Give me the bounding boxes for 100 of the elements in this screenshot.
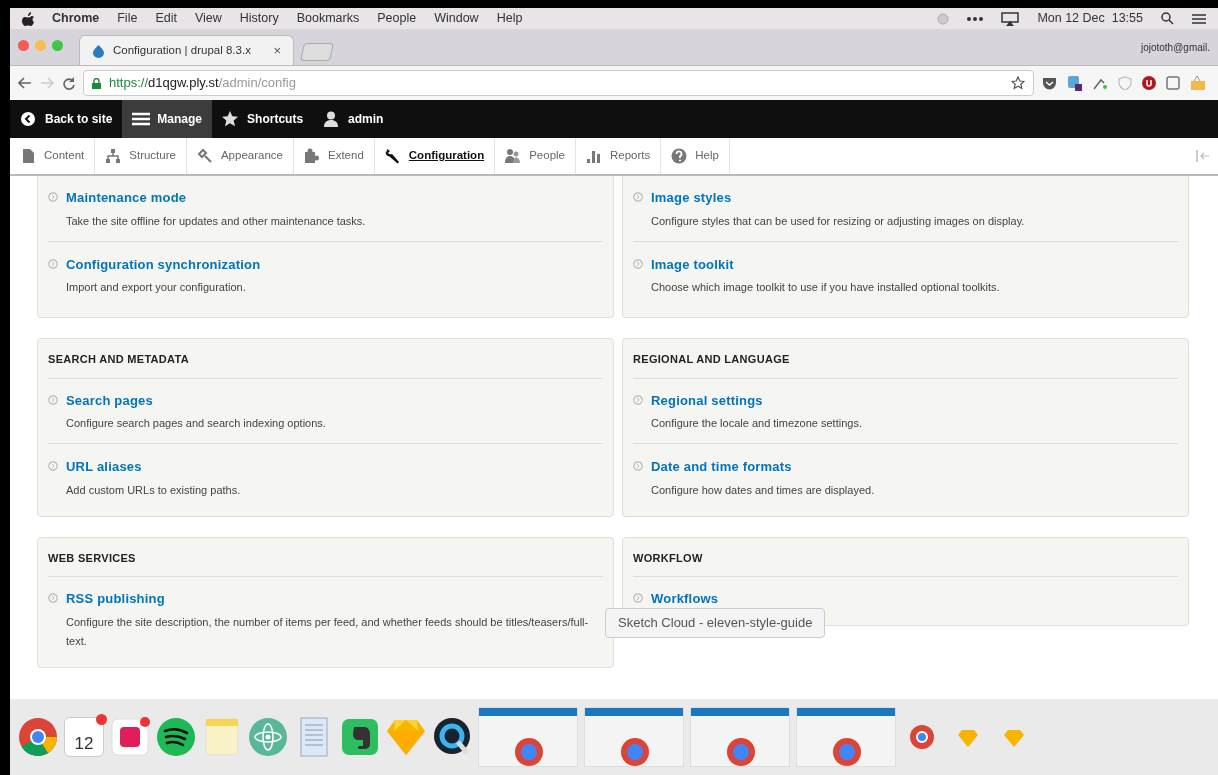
menu-item[interactable]: History <box>239 9 279 28</box>
collapse-icon <box>1196 150 1210 162</box>
toolbar-tab[interactable]: Shortcuts <box>212 100 314 138</box>
forward-arrow-icon <box>40 77 54 89</box>
wrench-icon <box>384 148 401 164</box>
shield-icon <box>1118 76 1132 90</box>
extension-icon <box>1067 75 1083 91</box>
link-description: Take the site offline for updates and other maintenance tasks. <box>66 213 366 229</box>
link-description: Configure the locale and timezone settings. <box>651 416 862 431</box>
people-icon <box>505 148 522 164</box>
calendar-icon[interactable]: 12 <box>64 717 104 757</box>
config-link[interactable]: Workflows <box>651 589 719 609</box>
arrow-circle-icon <box>633 192 643 202</box>
lock-icon <box>92 77 101 89</box>
brush-icon <box>196 148 213 164</box>
window-thumbnail[interactable] <box>796 707 896 767</box>
tab-title: Configuration | drupal 8.3.x <box>113 42 252 58</box>
drop-icon <box>92 43 105 58</box>
star-icon <box>1011 76 1025 90</box>
panel-heading: WORKFLOW <box>633 537 1178 577</box>
link-description: Configure search pages and search indexing options. <box>66 416 326 431</box>
list-icon <box>1192 12 1206 25</box>
arrow-circle-icon <box>633 394 643 405</box>
hierarchy-icon <box>105 148 122 164</box>
toolbar-tab[interactable]: Back to site <box>10 100 123 138</box>
config-link[interactable]: Regional settings <box>651 390 862 410</box>
square-icon <box>1166 76 1180 90</box>
reload-icon <box>62 76 75 90</box>
arrow-circle-icon <box>48 394 58 405</box>
bar-chart-icon <box>586 148 602 164</box>
q-shaped-icon[interactable] <box>432 717 472 757</box>
arrow-circle-icon <box>48 192 58 202</box>
link-description: Choose which image toolkit to use if you have installed optional toolkits. <box>651 280 1000 295</box>
config-link[interactable]: Image styles <box>651 188 1025 208</box>
panel-heading: SEARCH AND METADATA <box>48 339 603 379</box>
window-thumbnail[interactable] <box>584 707 684 767</box>
atom-icon[interactable] <box>248 717 288 757</box>
config-link[interactable]: Maintenance mode <box>66 188 366 208</box>
window-control-icon <box>35 39 46 51</box>
panel-heading: WEB SERVICES <box>48 537 603 577</box>
menu-item[interactable]: People <box>377 9 417 28</box>
tray-tab[interactable]: Configuration <box>374 138 496 174</box>
link-description: Configure how dates and times are displayed. <box>651 482 875 498</box>
config-link[interactable]: Search pages <box>66 390 326 410</box>
link-description: Import and export your configuration. <box>66 280 247 295</box>
app-menu[interactable]: Chrome <box>52 9 100 28</box>
tray-tab[interactable]: Content <box>10 138 96 174</box>
link-description: Configure styles that can be used for resizing or adjusting images on display. <box>651 213 1025 229</box>
menu-item[interactable]: File <box>117 9 138 28</box>
arrow-circle-icon <box>48 461 58 471</box>
menu-item[interactable]: Edit <box>155 9 177 28</box>
config-link[interactable]: URL aliases <box>66 457 241 477</box>
address-field[interactable]: https://d1qgw.ply.st/admin/config <box>83 70 1034 96</box>
window-thumbnail[interactable] <box>690 707 790 767</box>
extension-icon <box>1093 76 1108 90</box>
tray-tab[interactable]: Extend <box>294 138 375 174</box>
document-icon <box>20 148 36 164</box>
window-control-icon <box>52 39 63 51</box>
ublock-icon <box>1142 76 1156 90</box>
help-icon <box>671 148 688 164</box>
status-circle-icon <box>937 12 950 25</box>
app-icon[interactable] <box>110 717 150 757</box>
tray-tab[interactable]: People <box>495 138 576 174</box>
arrow-circle-icon <box>48 258 58 269</box>
puzzle-icon <box>304 148 320 164</box>
chrome-icon[interactable] <box>18 717 58 757</box>
clock: Mon 12 Dec 13:55 <box>1037 10 1143 28</box>
search-icon <box>1161 12 1174 25</box>
config-link[interactable]: RSS publishing <box>66 589 603 609</box>
arrow-circle-icon <box>48 593 58 603</box>
link-description: Configure the site description, the number of items per feed, and whether feeds should be titles/teasers/full-text. <box>66 614 590 649</box>
airplay-icon <box>1001 11 1020 26</box>
pocket-icon <box>1042 76 1057 90</box>
tray-tab[interactable]: Structure <box>95 138 187 174</box>
elephant-icon[interactable] <box>340 717 380 757</box>
close-button[interactable]: × <box>273 40 281 61</box>
arrow-circle-icon <box>633 461 643 471</box>
config-link[interactable]: Image toolkit <box>651 254 1000 274</box>
profile-name[interactable]: jojototh@gmail. <box>1140 39 1210 55</box>
window-thumbnail[interactable] <box>478 707 578 767</box>
menu-item[interactable]: Bookmarks <box>296 9 360 28</box>
config-link[interactable]: Date and time formats <box>651 457 875 477</box>
menu-item[interactable]: Help <box>496 9 523 28</box>
browser-tab[interactable]: Configuration | drupal 8.3.x × <box>79 35 294 65</box>
dots-icon <box>967 16 984 21</box>
toolbar-tab[interactable]: admin <box>313 100 394 138</box>
arrow-circle-icon <box>633 593 643 603</box>
arrow-circle-icon <box>633 258 643 269</box>
config-link[interactable]: Configuration synchronization <box>66 254 261 274</box>
tray-tab[interactable]: Appearance <box>186 138 294 174</box>
tray-tab[interactable]: Help <box>661 138 730 174</box>
toolbar-tab[interactable]: Manage <box>122 100 213 138</box>
menu-icon <box>132 111 151 127</box>
panel-heading: REGIONAL AND LANGUAGE <box>633 339 1178 379</box>
box-icon <box>1190 75 1206 91</box>
menu-item[interactable]: Window <box>434 9 479 28</box>
menu-item[interactable]: View <box>194 9 222 28</box>
back-arrow-icon <box>18 77 32 89</box>
spotify-icon[interactable] <box>156 717 196 757</box>
tray-tab[interactable]: Reports <box>576 138 662 174</box>
